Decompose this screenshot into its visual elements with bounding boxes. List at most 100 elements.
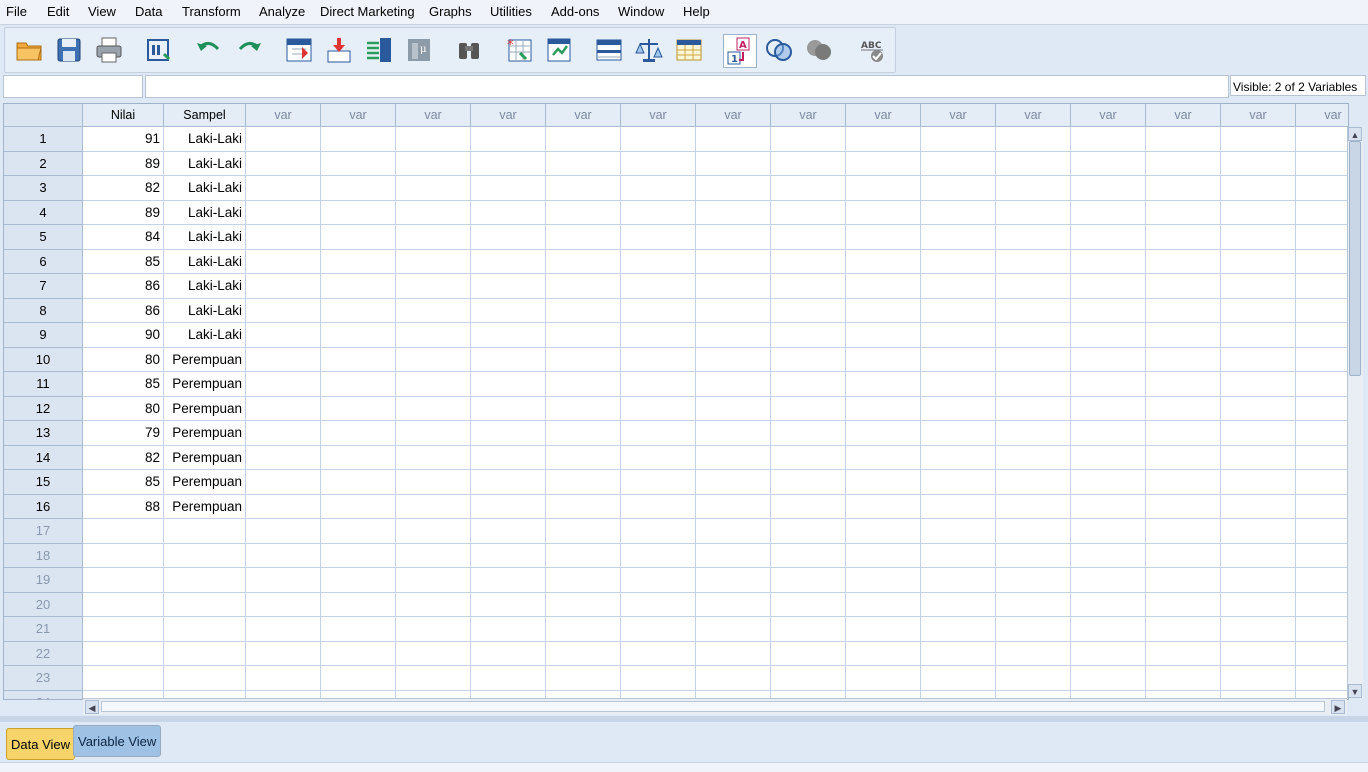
cell-empty[interactable] (1146, 421, 1221, 446)
cell-empty[interactable] (1221, 568, 1296, 593)
cell-empty[interactable] (696, 421, 771, 446)
cell-empty[interactable] (546, 470, 621, 495)
scroll-right-arrow-icon[interactable]: ▶ (1331, 700, 1345, 714)
cell-empty[interactable] (696, 666, 771, 691)
cell-empty[interactable] (471, 249, 546, 274)
cell-empty[interactable] (396, 519, 471, 544)
cell-empty[interactable] (921, 200, 996, 225)
cell-nilai[interactable]: 84 (83, 225, 164, 250)
cell-sampel[interactable]: Perempuan (164, 421, 246, 446)
cell-empty[interactable] (396, 617, 471, 642)
cell-empty[interactable] (696, 151, 771, 176)
cell-empty[interactable] (771, 200, 846, 225)
cell-empty[interactable] (246, 641, 321, 666)
cell-empty[interactable] (1071, 298, 1146, 323)
column-header-var[interactable]: var (771, 104, 846, 127)
variables-icon[interactable] (363, 34, 395, 66)
cell-empty[interactable] (546, 225, 621, 250)
cell-empty[interactable] (1071, 225, 1146, 250)
cell-empty[interactable] (471, 200, 546, 225)
cell-empty[interactable] (1071, 470, 1146, 495)
select-cases-icon[interactable] (673, 34, 705, 66)
row-number[interactable]: 9 (4, 323, 83, 348)
cell-empty[interactable] (246, 568, 321, 593)
cell-empty[interactable] (1221, 641, 1296, 666)
cell-empty[interactable] (1146, 347, 1221, 372)
scroll-up-arrow-icon[interactable]: ▲ (1348, 127, 1362, 141)
cell-empty[interactable] (1221, 176, 1296, 201)
cell-empty[interactable] (696, 200, 771, 225)
cell-empty[interactable] (771, 543, 846, 568)
cell-empty[interactable] (321, 249, 396, 274)
cell-empty[interactable] (1296, 348, 1348, 372)
cell-empty[interactable] (1221, 127, 1296, 152)
cell-empty[interactable] (921, 421, 996, 446)
row-number[interactable]: 3 (4, 176, 83, 201)
cell-empty[interactable] (471, 421, 546, 446)
cell-empty[interactable] (1296, 201, 1348, 225)
cell-empty[interactable] (771, 249, 846, 274)
cell-empty[interactable] (1296, 666, 1348, 691)
cell-nilai[interactable]: 85 (83, 372, 164, 397)
cell-empty[interactable] (996, 323, 1071, 348)
cell-empty[interactable] (396, 347, 471, 372)
cell-empty[interactable] (921, 494, 996, 519)
cell-empty[interactable] (471, 347, 546, 372)
cell-sampel[interactable]: Laki-Laki (164, 176, 246, 201)
cell-empty[interactable] (246, 225, 321, 250)
row-number[interactable]: 1 (4, 127, 83, 152)
cell-sampel[interactable]: Laki-Laki (164, 200, 246, 225)
value-labels-icon[interactable]: A1 (723, 34, 757, 68)
menu-graphs[interactable]: Graphs (429, 4, 472, 19)
undo-icon[interactable] (193, 34, 225, 66)
cell-empty[interactable] (321, 641, 396, 666)
cell-empty[interactable] (996, 200, 1071, 225)
menu-data[interactable]: Data (135, 4, 162, 19)
cell-empty[interactable] (546, 127, 621, 152)
cell-empty[interactable] (1146, 323, 1221, 348)
cell-empty[interactable] (546, 666, 621, 691)
cell-empty[interactable] (696, 568, 771, 593)
cell-empty[interactable] (921, 151, 996, 176)
cell-empty[interactable] (396, 200, 471, 225)
cell-sampel[interactable]: Laki-Laki (164, 127, 246, 152)
cell-empty[interactable] (771, 151, 846, 176)
cell-sampel[interactable]: Perempuan (164, 445, 246, 470)
cell-empty[interactable] (546, 445, 621, 470)
cell-empty[interactable] (246, 127, 321, 152)
cell-empty[interactable] (1296, 544, 1348, 568)
cell-reference-box[interactable] (3, 75, 143, 98)
row-number[interactable]: 13 (4, 421, 83, 446)
cell-empty[interactable] (996, 641, 1071, 666)
cell-empty[interactable] (696, 396, 771, 421)
cell-empty[interactable] (546, 200, 621, 225)
cell-empty[interactable] (321, 323, 396, 348)
cell-empty[interactable] (696, 470, 771, 495)
column-header-nilai[interactable]: Nilai (83, 104, 164, 127)
cell-empty[interactable] (1296, 642, 1348, 666)
cell-empty[interactable] (621, 494, 696, 519)
cell-empty[interactable] (921, 372, 996, 397)
cell-empty[interactable] (246, 617, 321, 642)
cell-empty[interactable] (921, 568, 996, 593)
cell-empty[interactable] (321, 494, 396, 519)
cell-empty[interactable] (1221, 396, 1296, 421)
cell-empty[interactable] (1221, 347, 1296, 372)
cell-empty[interactable] (696, 176, 771, 201)
cell-empty[interactable] (321, 445, 396, 470)
cell-empty[interactable] (1071, 543, 1146, 568)
cell-empty[interactable] (771, 176, 846, 201)
tab-data-view[interactable]: Data View (6, 728, 76, 760)
cell-empty[interactable] (1071, 396, 1146, 421)
cell-empty[interactable] (621, 298, 696, 323)
cell-empty[interactable] (621, 666, 696, 691)
column-header-sampel[interactable]: Sampel (164, 104, 246, 127)
cell-empty[interactable] (846, 176, 921, 201)
cell-empty[interactable] (471, 396, 546, 421)
cell-empty[interactable] (846, 200, 921, 225)
cell-empty[interactable] (471, 298, 546, 323)
cell-empty[interactable] (471, 568, 546, 593)
cell-nilai[interactable]: 88 (83, 494, 164, 519)
row-number[interactable]: 24 (4, 690, 83, 699)
cell-empty[interactable] (471, 274, 546, 299)
